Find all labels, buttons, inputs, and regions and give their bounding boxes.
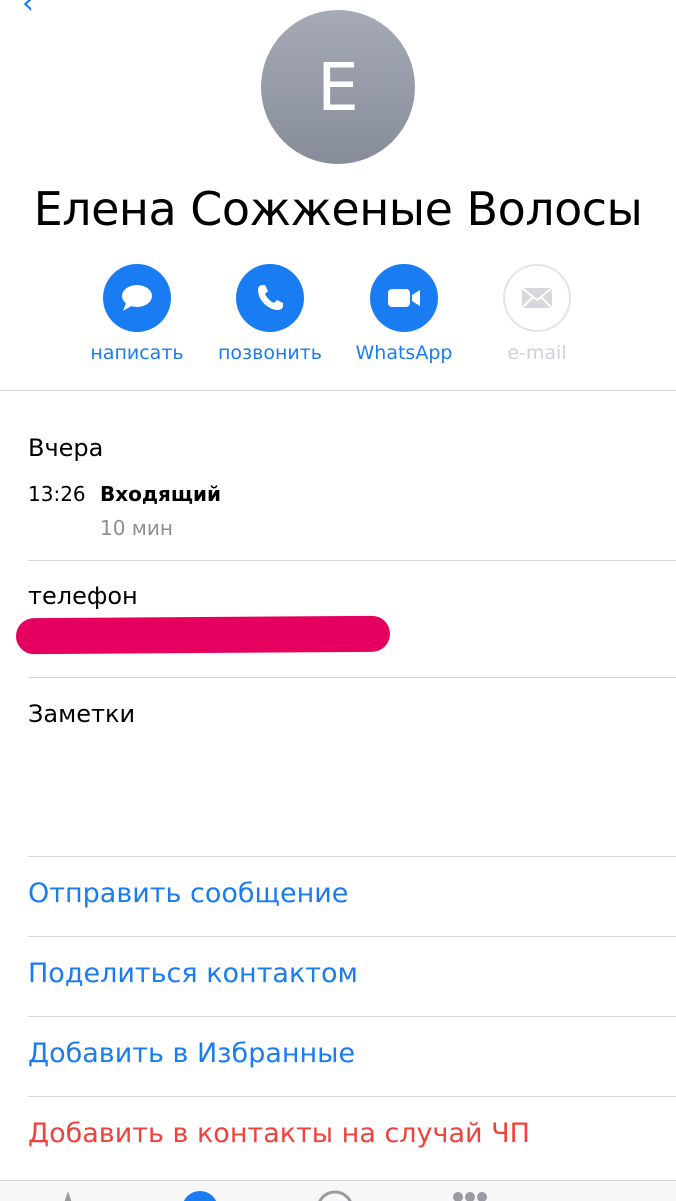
send-message-link[interactable]: Отправить сообщение <box>28 878 348 909</box>
person-icon[interactable] <box>315 1189 355 1201</box>
clock-icon[interactable] <box>180 1189 220 1201</box>
quick-actions: написать позвонить WhatsApp e-mail <box>0 264 676 374</box>
keypad-icon[interactable] <box>450 1189 490 1201</box>
recents-call-type: Входящий <box>100 482 222 506</box>
phone-label: телефон <box>28 582 138 610</box>
notes-label: Заметки <box>28 700 136 728</box>
redacted-phone-number[interactable] <box>15 615 391 655</box>
message-action-label: написать <box>90 342 184 364</box>
call-action-label: позвонить <box>217 342 322 364</box>
message-action-button[interactable]: написать <box>72 264 202 364</box>
star-icon[interactable] <box>48 1189 88 1201</box>
divider <box>28 560 676 561</box>
add-emergency-contact-link[interactable]: Добавить в контакты на случай ЧП <box>28 1118 530 1149</box>
share-contact-link[interactable]: Поделиться контактом <box>28 958 358 989</box>
mail-icon <box>503 264 571 332</box>
avatar: E <box>261 10 415 164</box>
avatar-initial: E <box>317 48 359 126</box>
divider <box>28 936 676 937</box>
recents-duration: 10 мин <box>100 516 173 540</box>
whatsapp-action-button[interactable]: WhatsApp <box>339 264 469 364</box>
phone-icon <box>236 264 304 332</box>
message-icon <box>103 264 171 332</box>
divider <box>0 390 676 391</box>
email-action-label: e-mail <box>507 342 567 364</box>
video-icon <box>370 264 438 332</box>
divider <box>28 856 676 857</box>
divider <box>28 1096 676 1097</box>
recents-day: Вчера <box>28 434 104 462</box>
back-chevron-icon[interactable]: ‹ <box>22 0 34 12</box>
email-action-button: e-mail <box>472 264 602 364</box>
whatsapp-action-label: WhatsApp <box>355 342 453 364</box>
add-to-favorites-link[interactable]: Добавить в Избранные <box>28 1038 355 1069</box>
divider <box>28 1016 676 1017</box>
call-action-button[interactable]: позвонить <box>205 264 335 364</box>
divider <box>28 677 676 678</box>
tab-bar <box>0 1180 676 1201</box>
contact-name: Елена Сожженые Волосы <box>33 182 643 236</box>
edit-button-partial[interactable]: ▔ <box>594 0 614 12</box>
recents-time: 13:26 <box>28 482 86 506</box>
